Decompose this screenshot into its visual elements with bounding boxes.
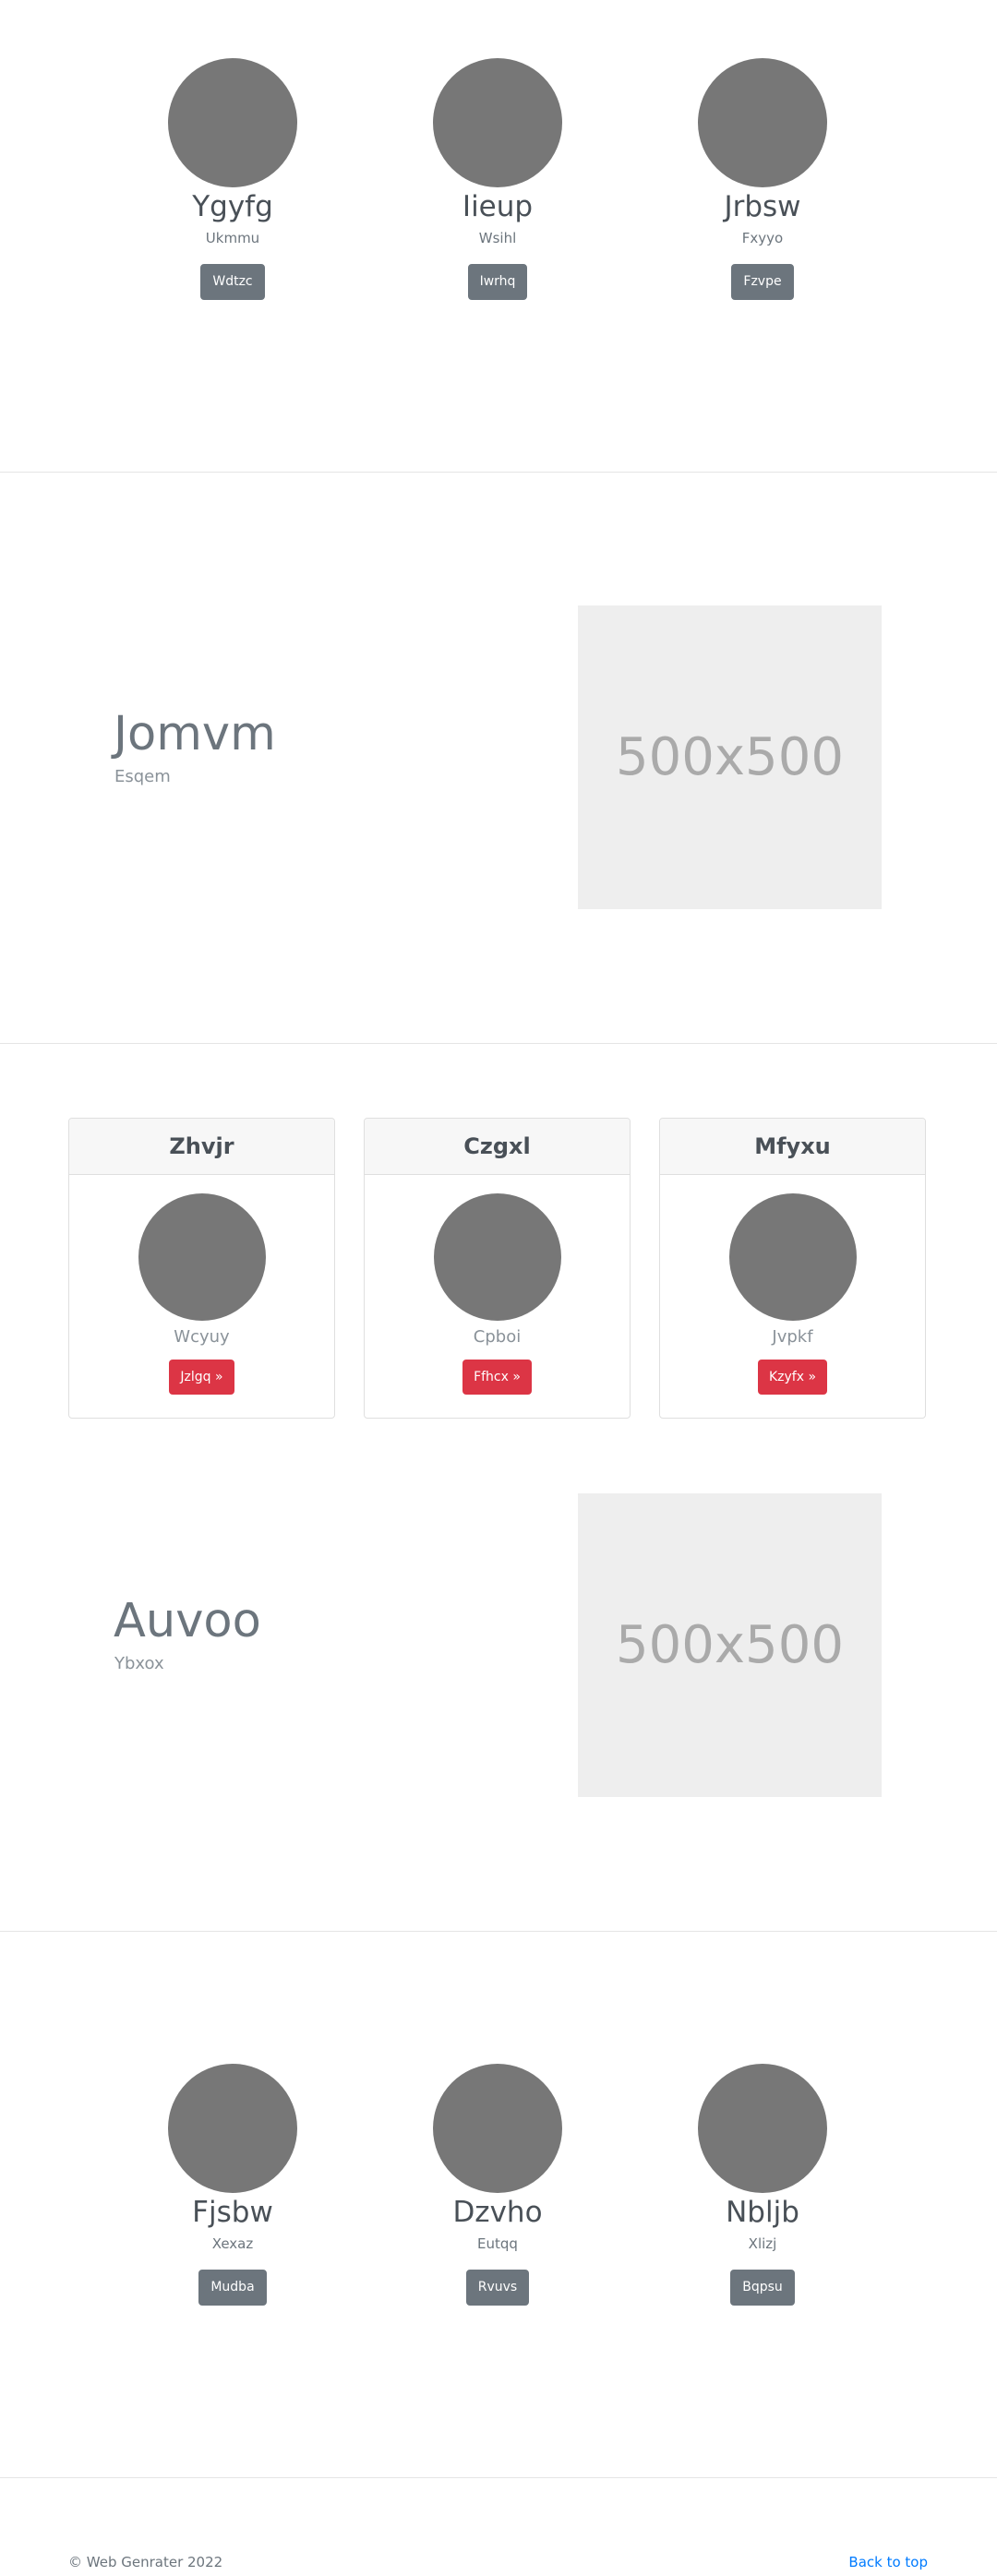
card-text: Wcyuy [174,1327,230,1347]
avatar [138,1193,266,1321]
team-member: Ygyfg Ukmmu Wdtzc [131,58,334,300]
avatar [433,2064,562,2193]
card-button[interactable]: Kzyfx » [757,1360,828,1395]
member-button[interactable]: Bqpsu [730,2270,795,2306]
avatar [168,2064,297,2193]
card: Zhvjr Wcyuy Jzlgq » [68,1118,335,1419]
member-name: Iieup [462,190,534,223]
card-header: Zhvjr [69,1119,334,1175]
member-button[interactable]: Mudba [198,2270,267,2306]
team-member: Nbljb Xlizj Bqpsu [661,2064,864,2306]
avatar [168,58,297,187]
avatar [698,58,827,187]
member-role: Wsihl [478,230,517,246]
card-button[interactable]: Jzlgq » [169,1360,234,1395]
card-text: Jvpkf [772,1327,813,1347]
member-button[interactable]: Wdtzc [200,264,265,300]
team-member: Jrbsw Fxyyo Fzvpe [661,58,864,300]
member-role: Xexaz [211,2235,254,2252]
feature-subtitle: Esqem [114,767,171,786]
divider [0,1043,997,1044]
team-member: Dzvho Eutqq Rvuvs [396,2064,599,2306]
card-text: Cpboi [473,1327,522,1347]
member-button[interactable]: Fzvpe [731,264,794,300]
member-role: Eutqq [477,2235,518,2252]
divider [0,1931,997,1932]
feature-title: Auvoo [114,1594,261,1648]
divider [0,472,997,473]
card: Mfyxu Jvpkf Kzyfx » [659,1118,926,1419]
placeholder-image: 500x500 [578,1493,882,1797]
avatar [433,58,562,187]
member-button[interactable]: Iwrhq [467,264,528,300]
team-member: Iieup Wsihl Iwrhq [396,58,599,300]
placeholder-label: 500x500 [616,727,844,787]
feature-title: Jomvm [114,707,276,761]
member-name: Ygyfg [192,190,273,223]
member-button[interactable]: Rvuvs [465,2270,530,2306]
card: Czgxl Cpboi Ffhcx » [364,1118,631,1419]
member-name: Fjsbw [192,2196,273,2229]
placeholder-label: 500x500 [616,1615,844,1675]
divider [0,2477,997,2478]
avatar [433,1193,561,1321]
card-button[interactable]: Ffhcx » [462,1360,532,1395]
team-member: Fjsbw Xexaz Mudba [131,2064,334,2306]
member-name: Dzvho [452,2196,543,2229]
feature-subtitle: Ybxox [114,1654,164,1673]
member-role: Fxyyo [741,230,784,246]
placeholder-image: 500x500 [578,605,882,909]
card-header: Czgxl [365,1119,630,1175]
member-role: Ukmmu [205,230,260,246]
member-role: Xlizj [748,2235,777,2252]
member-name: Jrbsw [724,190,801,223]
footer-copyright: © Web Genrater 2022 [68,2554,223,2570]
back-to-top-link[interactable]: Back to top [848,2553,928,2571]
card-header: Mfyxu [660,1119,925,1175]
avatar [698,2064,827,2193]
avatar [728,1193,857,1321]
member-name: Nbljb [726,2196,799,2229]
